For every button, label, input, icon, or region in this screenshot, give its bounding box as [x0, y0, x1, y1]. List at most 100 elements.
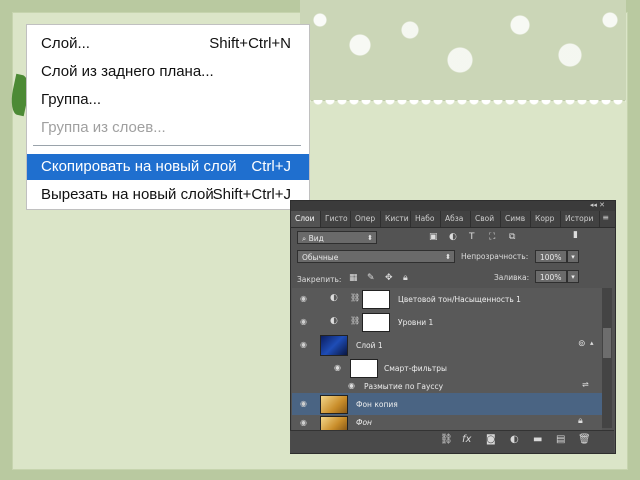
layer-row[interactable]: ◉ Фон 🔒︎: [292, 415, 602, 431]
opacity-value: 100%: [540, 253, 562, 262]
eye-icon[interactable]: ◉: [300, 294, 307, 303]
lock-all-icon[interactable]: 🔒︎: [403, 273, 408, 283]
filter-options-icon[interactable]: ⇌: [582, 380, 589, 389]
layer-thumbnail[interactable]: [320, 416, 348, 431]
panel-menu-icon[interactable]: ≡: [602, 213, 609, 222]
adjustment-icon[interactable]: ◐: [510, 434, 519, 445]
tab-layers[interactable]: Слои: [291, 211, 321, 227]
shape-filter-icon[interactable]: ⛶: [489, 232, 495, 242]
panel-tabs: Слои Гисто Опер Кисти Набо Абза Свой Сим…: [291, 211, 615, 228]
menu-item-label: Вырезать на новый слой: [41, 186, 214, 203]
layer-row[interactable]: ◉ ◐ ⛓ Цветовой тон/Насыщенность 1: [292, 288, 602, 311]
eye-icon[interactable]: ◉: [348, 381, 355, 390]
filter-toggle-icon[interactable]: ▮: [573, 230, 578, 240]
layer-name: Слой 1: [356, 341, 383, 350]
lock-transparent-icon[interactable]: ▦: [349, 273, 358, 283]
menu-item-label: Слой из заднего плана...: [41, 63, 214, 80]
tab-history[interactable]: Истори: [561, 211, 600, 227]
menu-item-shortcut: Shift+Ctrl+N: [209, 35, 291, 52]
layers-bottom-toolbar: ⛓ fx ◙ ◐ ▬ ▤ 🗑︎: [290, 430, 614, 453]
filter-kind-value: Вид: [308, 234, 324, 243]
tab-paragraph[interactable]: Абза: [441, 211, 471, 227]
folder-icon[interactable]: ▬: [533, 434, 542, 445]
layer-new-submenu: Слой... Shift+Ctrl+N Слой из заднего пла…: [26, 24, 310, 210]
eye-icon[interactable]: ◉: [300, 340, 307, 349]
eye-icon[interactable]: ◉: [300, 418, 307, 427]
layer-row-sub[interactable]: ◉ Размытие по Гауссу ⇌: [292, 379, 602, 394]
scrollbar-thumb[interactable]: [603, 328, 611, 358]
tab-presets[interactable]: Набо: [411, 211, 441, 227]
tab-properties[interactable]: Свой: [471, 211, 501, 227]
type-filter-icon[interactable]: T: [469, 232, 475, 242]
smart-filter-indicator-icon: ⊚: [578, 339, 586, 349]
menu-item-label: Скопировать на новый слой: [41, 158, 237, 175]
opacity-label: Непрозрачность:: [461, 252, 529, 261]
filter-kind-select[interactable]: ⌕ Вид ⬍: [297, 231, 377, 244]
filter-mask-thumbnail[interactable]: [350, 359, 378, 378]
menu-item-label: Группа из слоев...: [41, 119, 166, 136]
menu-item-group-from-layers: Группа из слоев...: [27, 115, 309, 141]
menu-item-label: Группа...: [41, 91, 102, 108]
layer-row-selected[interactable]: ◉ Фон копия: [292, 393, 602, 416]
fill-input[interactable]: 100%: [535, 270, 567, 283]
menu-item-group[interactable]: Группа...: [27, 87, 309, 113]
tab-correction[interactable]: Корр: [531, 211, 561, 227]
chevron-up-icon[interactable]: ▴: [590, 339, 594, 347]
new-layer-icon[interactable]: ▤: [556, 434, 565, 445]
link-icon[interactable]: ⛓: [440, 434, 453, 445]
layer-row-sub[interactable]: ◉ Смарт-фильтры: [292, 357, 602, 380]
lock-move-icon[interactable]: ✥: [385, 273, 393, 283]
eye-icon[interactable]: ◉: [300, 399, 307, 408]
blend-mode-value: Обычные: [302, 253, 339, 262]
menu-item-layer-via-copy[interactable]: Скопировать на новый слой Ctrl+J: [27, 154, 309, 180]
adjustment-layer-icon: ◐: [330, 293, 338, 303]
layer-row[interactable]: ◉ Слой 1 ⊚ ▴: [292, 333, 602, 358]
menu-item-label: Слой...: [41, 35, 90, 52]
layer-name: Цветовой тон/Насыщенность 1: [398, 295, 521, 304]
menu-item-layer-via-cut[interactable]: Вырезать на новый слой Shift+Ctrl+J: [27, 182, 309, 208]
tab-character[interactable]: Симв: [501, 211, 531, 227]
layer-name: Фон: [356, 418, 372, 427]
layer-name: Размытие по Гауссу: [364, 382, 444, 391]
smart-object-filter-icon[interactable]: ⧉: [509, 232, 515, 242]
tab-actions[interactable]: Опер: [351, 211, 381, 227]
pixel-filter-icon[interactable]: ▣: [429, 232, 438, 242]
chevron-updown-icon: ⬍: [367, 234, 373, 242]
tab-brushes[interactable]: Кисти: [381, 211, 411, 227]
trash-icon[interactable]: 🗑︎: [578, 434, 591, 445]
layer-row[interactable]: ◉ ◐ ⛓ Уровни 1: [292, 310, 602, 334]
opacity-dropdown-button[interactable]: ▾: [567, 250, 579, 263]
fill-dropdown-button[interactable]: ▾: [567, 270, 579, 283]
tab-histogram[interactable]: Гисто: [321, 211, 351, 227]
menu-item-layer-from-background[interactable]: Слой из заднего плана...: [27, 59, 309, 85]
lock-brush-icon[interactable]: ✎: [367, 273, 375, 283]
menu-item-shortcut: Ctrl+J: [251, 158, 291, 175]
adjustment-filter-icon[interactable]: ◐: [449, 232, 457, 242]
search-icon: ⌕: [302, 234, 309, 243]
adjustment-layer-icon: ◐: [330, 316, 338, 326]
eye-icon[interactable]: ◉: [334, 363, 341, 372]
layer-mask-thumbnail[interactable]: [362, 313, 390, 332]
menu-item-new-layer[interactable]: Слой... Shift+Ctrl+N: [27, 31, 309, 57]
opacity-input[interactable]: 100%: [535, 250, 567, 263]
link-icon: ⛓: [350, 316, 361, 325]
menu-separator: [33, 145, 301, 146]
layers-scrollbar[interactable]: [602, 288, 612, 428]
menu-item-shortcut: Shift+Ctrl+J: [212, 186, 291, 203]
blend-mode-select[interactable]: Обычные ⬍: [297, 250, 455, 263]
lace-decoration: [300, 0, 626, 108]
eye-icon[interactable]: ◉: [300, 317, 307, 326]
layer-name: Уровни 1: [398, 318, 434, 327]
layer-thumbnail[interactable]: [320, 395, 348, 414]
fill-value: 100%: [540, 273, 562, 282]
collapse-icon[interactable]: ◂◂ ✕: [590, 201, 605, 209]
smart-object-thumbnail[interactable]: [320, 335, 348, 356]
lock-label: Закрепить:: [297, 275, 342, 284]
fx-icon[interactable]: fx: [462, 434, 471, 445]
layer-name: Смарт-фильтры: [384, 364, 447, 373]
link-icon: ⛓: [350, 293, 361, 302]
fill-label: Заливка:: [494, 273, 530, 282]
layer-mask-thumbnail[interactable]: [362, 290, 390, 309]
mask-icon[interactable]: ◙: [486, 434, 496, 445]
panel-titlebar: ◂◂ ✕: [291, 201, 615, 211]
